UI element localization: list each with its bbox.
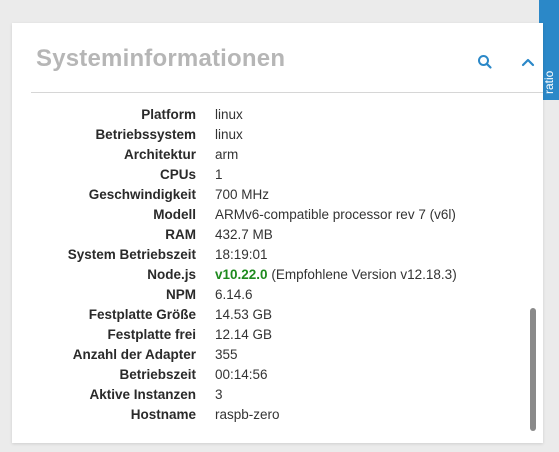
info-row-betriebszeit: Betriebszeit 00:14:56 [12,365,543,385]
info-row-ram: RAM 432.7 MB [12,225,543,245]
info-value: 700 MHz [215,187,270,202]
info-value: ARMv6-compatible processor rev 7 (v6l) [215,207,456,222]
info-label: Platform [141,107,196,122]
info-label: Betriebssystem [95,127,196,142]
info-value: 6.14.6 [215,287,253,302]
info-value: 1 [215,167,223,182]
info-value: 12.14 GB [215,327,273,342]
info-row-nodejs: Node.js v10.22.0 (Empfohlene Version v12… [12,265,543,285]
page: ratio Systeminformationen Platform linux [0,0,559,452]
search-button[interactable] [473,50,497,74]
chevron-up-icon [521,58,535,67]
info-label: NPM [166,287,196,302]
card-title: Systeminformationen [36,45,286,72]
info-label: Festplatte frei [107,327,196,342]
info-row-cpus: CPUs 1 [12,165,543,185]
info-label: Modell [153,207,196,222]
info-value: raspb-zero [215,407,280,422]
info-row-festplatte-groesse: Festplatte Größe 14.53 GB [12,305,543,325]
info-label: CPUs [159,167,196,182]
info-row-hostname: Hostname raspb-zero [12,405,543,425]
info-row-festplatte-frei: Festplatte frei 12.14 GB [12,325,543,345]
info-label: Node.js [147,267,196,282]
system-info-card: Systeminformationen Platform linux Betri… [12,23,543,443]
header-divider [31,92,543,93]
info-value: 00:14:56 [215,367,268,382]
nodejs-recommendation: (Empfohlene Version v12.18.3) [271,267,457,282]
search-icon [478,55,492,69]
side-tab-label: ratio [542,70,556,94]
info-label: Geschwindigkeit [88,187,196,202]
info-row-system-betriebszeit: System Betriebszeit 18:19:01 [12,245,543,265]
info-label: Anzahl der Adapter [72,347,196,362]
card-header: Systeminformationen [12,23,543,93]
info-value: 18:19:01 [215,247,268,262]
vertical-scrollbar[interactable] [530,308,536,431]
info-list: Platform linux Betriebssystem linux Arch… [12,105,543,425]
info-value: linux [215,107,243,122]
info-row-npm: NPM 6.14.6 [12,285,543,305]
info-row-architektur: Architektur arm [12,145,543,165]
info-label: Betriebszeit [119,367,196,382]
info-value: 3 [215,387,223,402]
info-value: arm [215,147,239,162]
info-label: Hostname [130,407,196,422]
info-value: 355 [215,347,238,362]
info-label: Aktive Instanzen [89,387,196,402]
info-row-geschwindigkeit: Geschwindigkeit 700 MHz [12,185,543,205]
info-label: System Betriebszeit [67,247,196,262]
info-row-modell: Modell ARMv6-compatible processor rev 7 … [12,205,543,225]
info-row-anzahl-adapter: Anzahl der Adapter 355 [12,345,543,365]
nodejs-version: v10.22.0 [215,267,268,282]
info-row-platform: Platform linux [12,105,543,125]
info-value: v10.22.0 (Empfohlene Version v12.18.3) [215,265,457,285]
info-row-aktive-instanzen: Aktive Instanzen 3 [12,385,543,405]
info-value: 14.53 GB [215,307,273,322]
info-label: Festplatte Größe [88,307,196,322]
info-value: 432.7 MB [215,227,273,242]
collapse-button[interactable] [516,50,540,74]
info-row-betriebssystem: Betriebssystem linux [12,125,543,145]
info-label: RAM [165,227,196,242]
info-label: Architektur [123,147,196,162]
info-value: linux [215,127,243,142]
